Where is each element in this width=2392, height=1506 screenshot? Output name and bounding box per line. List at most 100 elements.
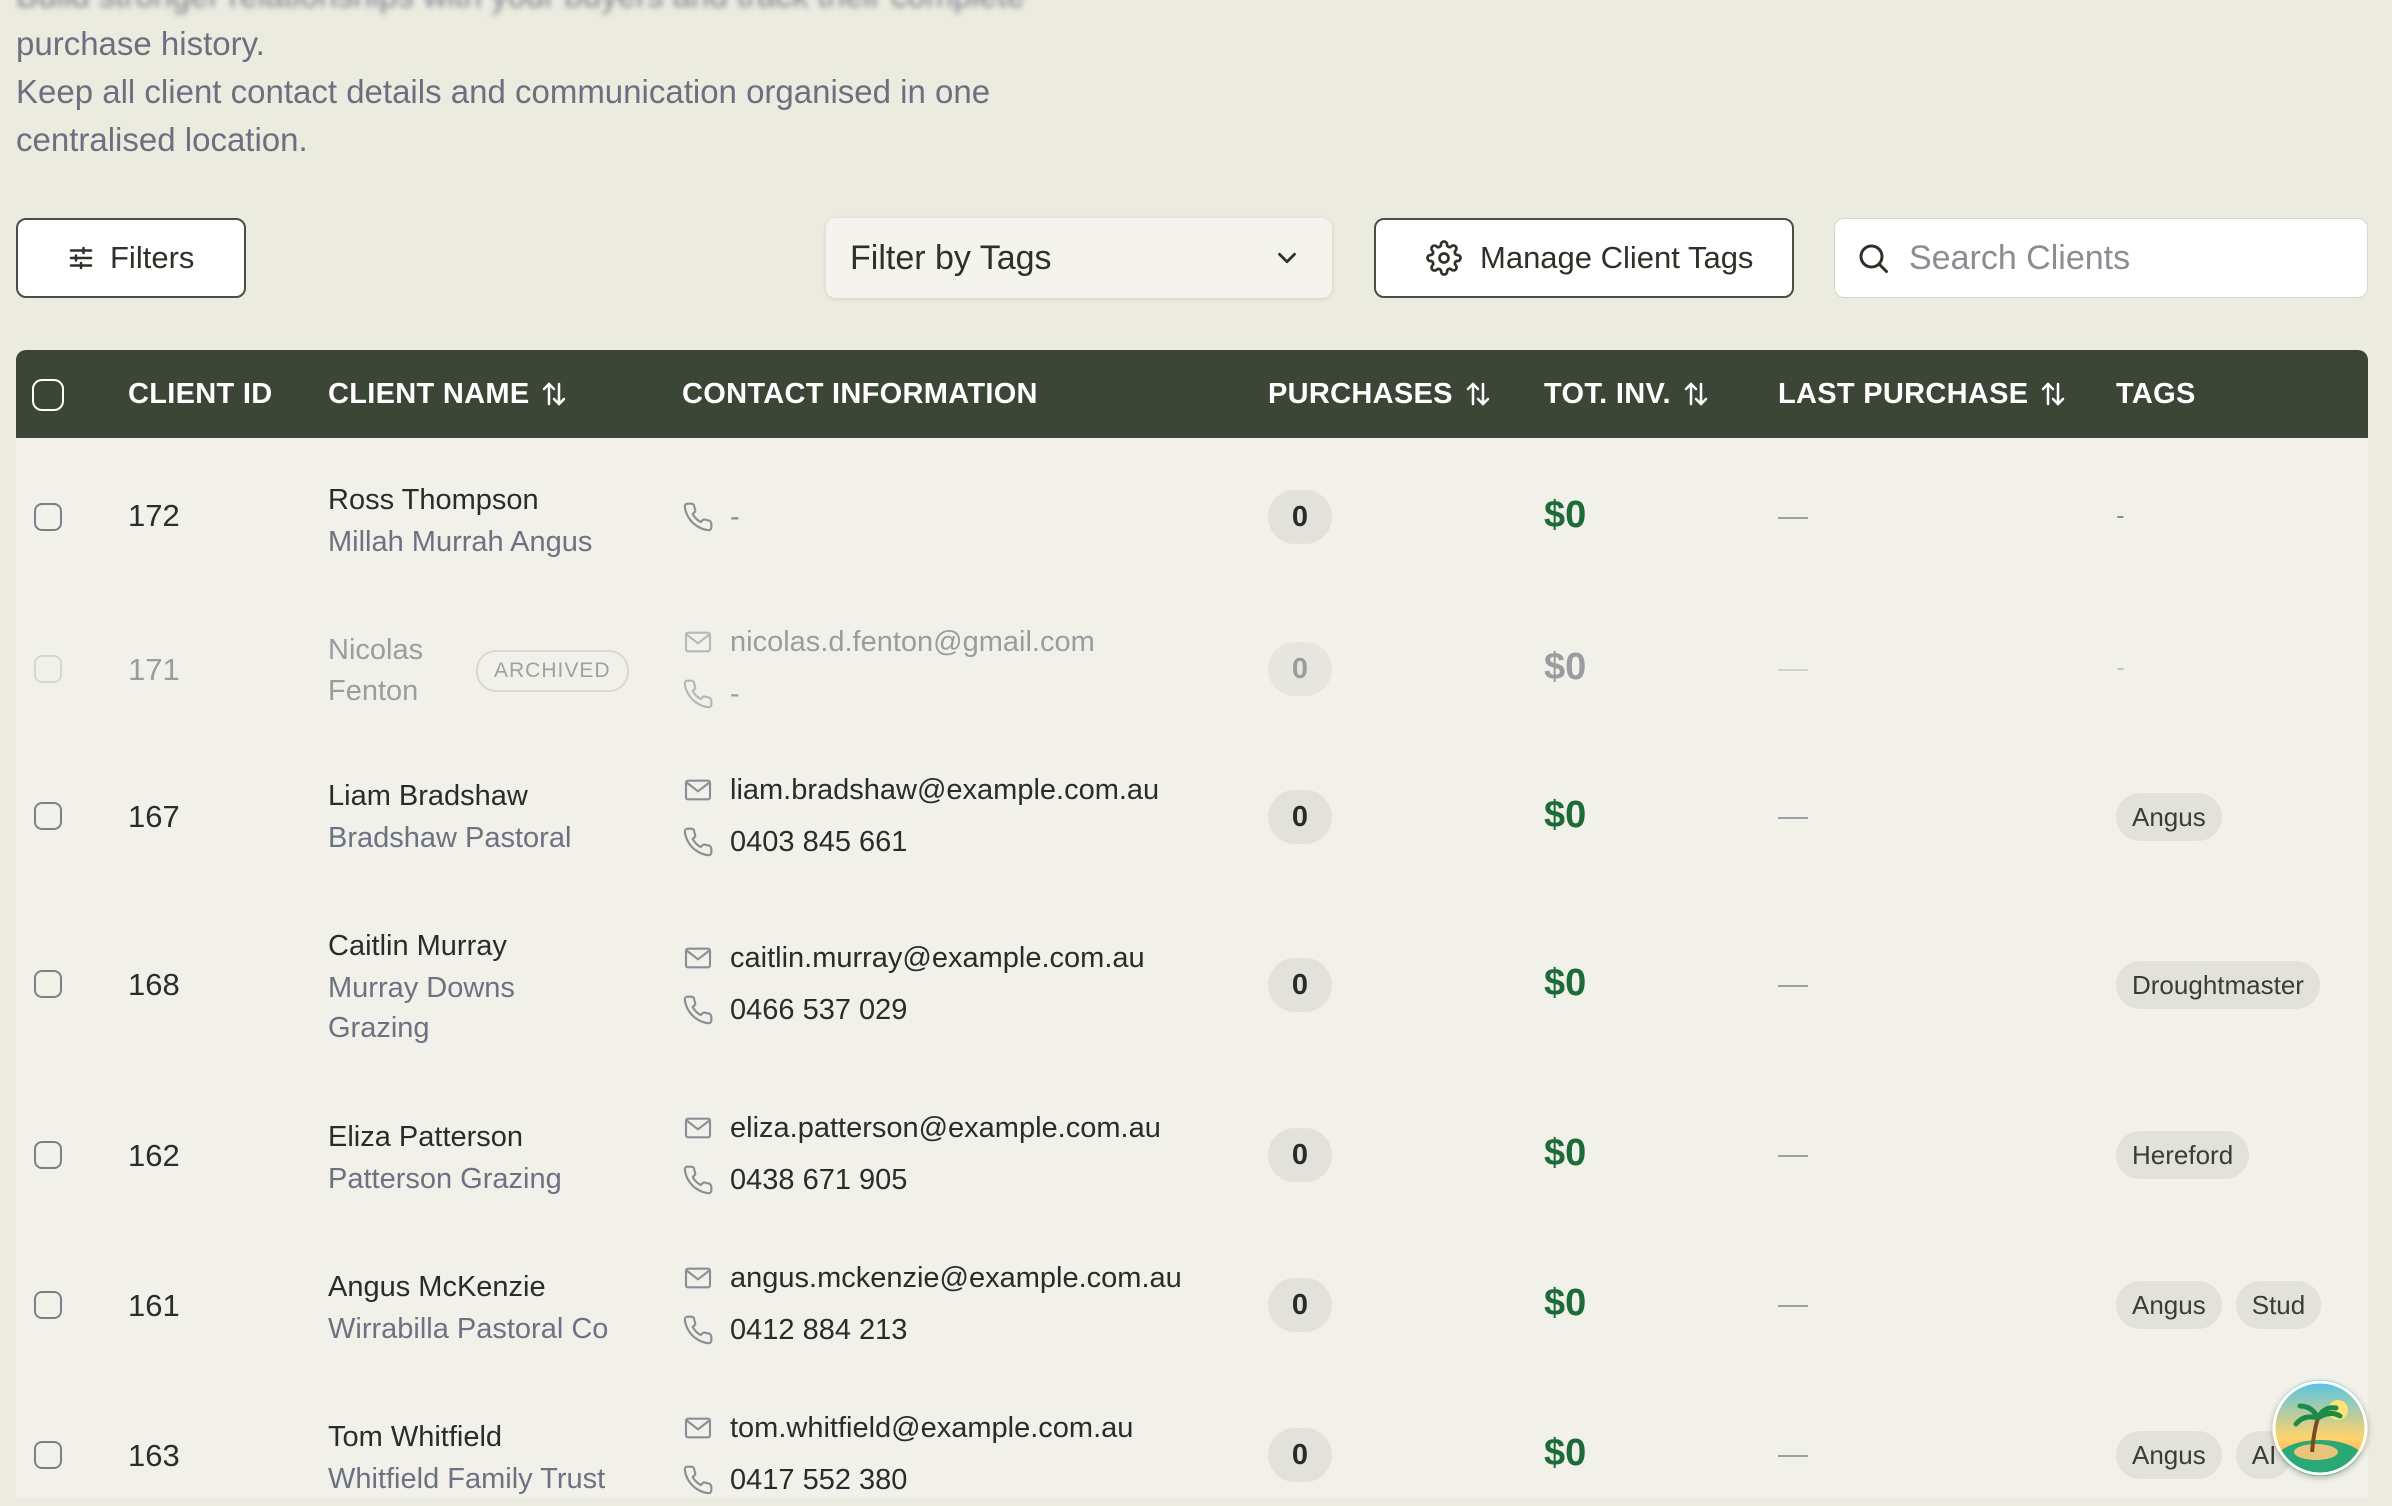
client-name-cell[interactable]: Caitlin Murray Murray Downs Grazing [328,924,515,1048]
purchases-count: 0 [1268,790,1332,844]
phone-line: 0466 537 029 [682,984,1145,1036]
client-name-cell[interactable]: Angus McKenzie Wirrabilla Pastoral Co [328,1265,608,1349]
client-name: Angus McKenzie [328,1271,546,1303]
header-tags-label: TAGS [2116,377,2196,410]
tags-empty: - [2116,500,2125,530]
phone-value[interactable]: 0466 537 029 [730,994,907,1027]
row-checkbox[interactable] [34,970,62,998]
phone-line: 0417 552 380 [682,1454,1133,1506]
client-business: Millah Murrah Angus [328,526,593,558]
header-tot-inv[interactable]: TOT. INV. [1544,350,1711,438]
chevron-down-icon [1272,243,1302,273]
table-row[interactable]: 171 Nicolas Fenton ARCHIVED nicolas.d.fe… [16,596,2368,744]
table-row[interactable]: 168 Caitlin Murray Murray Downs Grazing … [16,892,2368,1084]
phone-line: 0412 884 213 [682,1304,1182,1356]
phone-icon [682,1464,714,1496]
email-value[interactable]: caitlin.murray@example.com.au [730,942,1145,975]
mail-icon [682,774,714,806]
client-name-cell[interactable]: Ross Thompson Millah Murrah Angus [328,478,592,562]
search-clients-input[interactable]: Search Clients [1834,218,2368,298]
client-name-cell[interactable]: Nicolas Fenton [328,628,423,710]
last-purchase-empty [1778,1305,1808,1307]
description-line-2: Keep all client contact details and comm… [16,73,991,110]
header-contact-label: CONTACT INFORMATION [682,377,1038,410]
row-checkbox[interactable] [34,1141,62,1169]
total-invested: $0 [1544,1132,1587,1174]
email-value[interactable]: eliza.patterson@example.com.au [730,1112,1161,1145]
row-checkbox[interactable] [34,1441,62,1469]
row-checkbox[interactable] [34,802,62,830]
tag-badge[interactable]: Stud [2235,1281,2322,1329]
phone-value[interactable]: 0403 845 661 [730,826,907,859]
email-value[interactable]: angus.mckenzie@example.com.au [730,1262,1182,1295]
table-row[interactable]: 163 Tom Whitfield Whitfield Family Trust… [16,1382,2368,1498]
client-id: 167 [128,799,180,834]
total-invested: $0 [1544,962,1587,1004]
mail-icon [682,1412,714,1444]
table-row[interactable]: 167 Liam Bradshaw Bradshaw Pastoral liam… [16,742,2368,894]
email-value[interactable]: nicolas.d.fenton@gmail.com [730,626,1095,659]
client-id: 163 [128,1438,180,1473]
tag-badge[interactable]: Angus [2116,793,2222,841]
client-name: Tom Whitfield [328,1421,503,1453]
tags-cell: Angus Stud [2116,1281,2322,1329]
total-invested: $0 [1544,1282,1587,1324]
tag-badge[interactable]: Droughtmaster [2116,961,2320,1009]
tag-badge[interactable]: Angus [2116,1431,2222,1479]
table-row[interactable]: 172 Ross Thompson Millah Murrah Angus - … [16,438,2368,598]
purchases-count: 0 [1268,1128,1332,1182]
table-header: CLIENT ID CLIENT NAME CONTACT INFORMATIO… [16,350,2368,438]
phone-icon [682,678,714,710]
island-avatar-icon [2272,1380,2368,1476]
tag-badge[interactable]: Angus [2116,1281,2222,1329]
email-line: angus.mckenzie@example.com.au [682,1252,1182,1304]
filters-button[interactable]: Filters [16,218,246,298]
client-name-cell[interactable]: Tom Whitfield Whitfield Family Trust [328,1415,605,1499]
last-purchase-empty [1778,669,1808,671]
sliders-icon [66,243,96,273]
header-client-id-label: CLIENT ID [128,377,273,410]
client-id: 172 [128,498,180,533]
client-name: Caitlin Murray [328,930,507,962]
table-row[interactable]: 161 Angus McKenzie Wirrabilla Pastoral C… [16,1232,2368,1384]
header-purchases-label: PURCHASES [1268,377,1453,410]
table-row[interactable]: 162 Eliza Patterson Patterson Grazing el… [16,1082,2368,1234]
phone-value[interactable]: 0412 884 213 [730,1314,907,1347]
client-name-cell[interactable]: Eliza Patterson Patterson Grazing [328,1115,562,1199]
header-client-id[interactable]: CLIENT ID [128,350,272,438]
header-contact: CONTACT INFORMATION [682,350,1038,438]
email-value[interactable]: tom.whitfield@example.com.au [730,1412,1133,1445]
phone-icon [682,826,714,858]
header-tags: TAGS [2116,350,2196,438]
client-id: 168 [128,967,180,1002]
header-purchases[interactable]: PURCHASES [1268,350,1493,438]
phone-value[interactable]: 0417 552 380 [730,1464,907,1497]
client-name-cell[interactable]: Liam Bradshaw Bradshaw Pastoral [328,774,571,858]
phone-value: - [730,500,740,533]
total-invested: $0 [1544,1432,1587,1474]
assistant-avatar-button[interactable] [2272,1380,2368,1476]
email-value[interactable]: liam.bradshaw@example.com.au [730,774,1159,807]
phone-icon [682,994,714,1026]
client-business-line-2: Grazing [328,1012,430,1044]
email-line: eliza.patterson@example.com.au [682,1102,1161,1154]
contact-cell: caitlin.murray@example.com.au 0466 537 0… [682,932,1145,1036]
filter-by-tags-select[interactable]: Filter by Tags [826,218,1332,298]
select-all-checkbox[interactable] [32,379,64,411]
manage-client-tags-button[interactable]: Manage Client Tags [1374,218,1794,298]
mail-icon [682,1112,714,1144]
row-checkbox[interactable] [34,1291,62,1319]
client-business: Whitfield Family Trust [328,1463,606,1495]
contact-cell: tom.whitfield@example.com.au 0417 552 38… [682,1402,1133,1506]
row-checkbox [34,655,62,683]
header-last-purchase[interactable]: LAST PURCHASE [1778,350,2068,438]
tags-empty: - [2116,652,2125,682]
header-last-purchase-label: LAST PURCHASE [1778,377,2029,410]
contact-cell: liam.bradshaw@example.com.au 0403 845 66… [682,764,1159,868]
phone-value[interactable]: 0438 671 905 [730,1164,907,1197]
tag-badge[interactable]: Hereford [2116,1131,2250,1179]
header-client-name[interactable]: CLIENT NAME [328,350,569,438]
row-checkbox[interactable] [34,503,62,531]
sort-icon [539,379,569,409]
header-tot-inv-label: TOT. INV. [1544,377,1671,410]
